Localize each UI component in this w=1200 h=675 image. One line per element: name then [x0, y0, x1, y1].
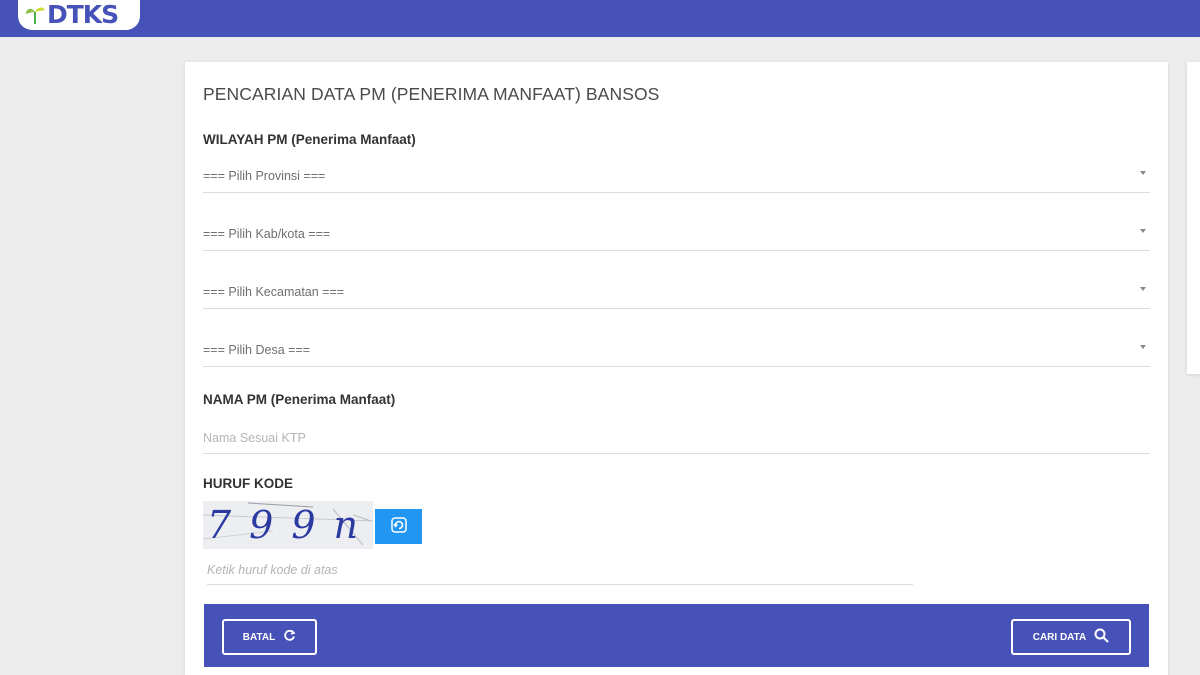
- refresh-captcha-button[interactable]: [375, 509, 422, 544]
- captcha-image: 799n: [203, 501, 373, 549]
- desa-select-value: === Pilih Desa ===: [203, 343, 311, 357]
- batal-button-label: BATAL: [242, 631, 276, 643]
- kode-input[interactable]: [207, 555, 913, 585]
- wilayah-label: WILAYAH PM (Penerima Manfaat): [203, 132, 416, 147]
- kode-label: HURUF KODE: [203, 476, 293, 491]
- top-navbar: DTKS: [0, 0, 1200, 37]
- leaf-logo-icon: [24, 4, 46, 26]
- desa-select[interactable]: === Pilih Desa ===: [203, 335, 1150, 367]
- dtks-logo[interactable]: DTKS: [18, 0, 140, 30]
- chevron-down-icon: [1140, 171, 1146, 175]
- chevron-down-icon: [1140, 229, 1146, 233]
- cari-data-button[interactable]: CARI DATA: [1011, 619, 1131, 655]
- page-title: PENCARIAN DATA PM (PENERIMA MANFAAT) BAN…: [203, 84, 660, 104]
- nama-input[interactable]: [203, 422, 1150, 454]
- provinsi-select-value: === Pilih Provinsi ===: [203, 169, 326, 183]
- search-form-card: PENCARIAN DATA PM (PENERIMA MANFAAT) BAN…: [185, 62, 1168, 675]
- cari-data-button-label: CARI DATA: [1032, 631, 1087, 643]
- captcha-text: 799n: [207, 503, 373, 547]
- kecamatan-select[interactable]: === Pilih Kecamatan ===: [203, 277, 1150, 309]
- kabkota-select-value: === Pilih Kab/kota ===: [203, 227, 331, 241]
- chevron-down-icon: [1140, 345, 1146, 349]
- provinsi-select[interactable]: === Pilih Provinsi ===: [203, 161, 1150, 193]
- reload-icon: [283, 629, 296, 645]
- nama-label: NAMA PM (Penerima Manfaat): [203, 392, 396, 407]
- chevron-down-icon: [1140, 287, 1146, 291]
- refresh-icon: [390, 516, 408, 537]
- kecamatan-select-value: === Pilih Kecamatan ===: [203, 285, 345, 299]
- side-panel: [1187, 62, 1200, 374]
- action-bar: BATAL CARI DATA: [204, 604, 1149, 667]
- logo-text: DTKS: [47, 0, 119, 29]
- search-icon: [1094, 628, 1110, 646]
- batal-button[interactable]: BATAL: [222, 619, 317, 655]
- kabkota-select[interactable]: === Pilih Kab/kota ===: [203, 219, 1150, 251]
